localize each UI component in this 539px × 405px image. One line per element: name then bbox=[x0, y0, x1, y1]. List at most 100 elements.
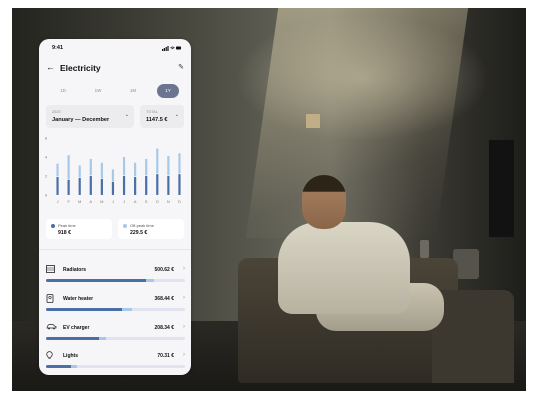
y-tick-label: 6 bbox=[45, 137, 47, 141]
radiator-icon bbox=[46, 265, 55, 275]
device-row-ev-charger[interactable]: EV charger 208.34 € › bbox=[39, 320, 191, 350]
device-name: Radiators bbox=[63, 267, 87, 273]
chevron-right-icon: › bbox=[183, 324, 185, 330]
device-value: 208.34 € bbox=[154, 325, 174, 331]
peak-card: Peak time 918 € bbox=[46, 219, 112, 239]
phone-screen: 9:41 ← Electricity ✎ 1D 1W 1M 1Y 2023 Ja… bbox=[39, 39, 191, 375]
person-head bbox=[302, 175, 346, 229]
bar-peak bbox=[156, 174, 159, 195]
chevron-right-icon: › bbox=[183, 352, 185, 358]
x-tick-label: A bbox=[134, 200, 137, 204]
signal-wifi-battery-icon bbox=[162, 46, 181, 51]
x-tick-label: J bbox=[123, 200, 125, 204]
x-tick-label: F bbox=[67, 200, 70, 204]
device-usage-bar bbox=[46, 337, 185, 340]
ev-charger-icon bbox=[46, 323, 57, 332]
page-title: Electricity bbox=[60, 63, 101, 73]
offpeak-label: Off-peak time bbox=[130, 223, 154, 228]
device-usage-bar bbox=[46, 279, 185, 282]
arrow-left-icon[interactable]: ← bbox=[46, 63, 55, 72]
peak-label: Peak time bbox=[58, 223, 76, 228]
period-1w[interactable]: 1W bbox=[87, 84, 109, 98]
offpeak-card: Off-peak time 229.5 € bbox=[118, 219, 184, 239]
device-value: 500.62 € bbox=[154, 267, 174, 273]
lightbulb-icon bbox=[46, 351, 53, 362]
sofa-arm bbox=[432, 290, 514, 383]
device-value: 368.44 € bbox=[154, 296, 174, 302]
chevron-down-icon: ⌄ bbox=[124, 112, 129, 118]
bar-peak bbox=[122, 176, 126, 195]
bar-offpeak bbox=[145, 158, 148, 176]
x-tick-label: M bbox=[100, 200, 103, 204]
pencil-icon[interactable]: ✎ bbox=[178, 63, 184, 71]
status-bar: 9:41 bbox=[39, 39, 191, 59]
period-1y[interactable]: 1Y bbox=[157, 84, 179, 98]
device-name: Water heater bbox=[63, 296, 94, 302]
device-row-radiators[interactable]: Radiators 500.62 € › bbox=[39, 262, 191, 292]
chevron-right-icon: › bbox=[183, 266, 185, 272]
x-tick-label: D bbox=[178, 200, 181, 204]
range-label: January — December bbox=[52, 117, 110, 123]
screenshot-frame: 9:41 ← Electricity ✎ 1D 1W 1M 1Y 2023 Ja… bbox=[0, 0, 539, 405]
x-tick-label: J bbox=[57, 200, 59, 204]
bar-peak bbox=[134, 176, 137, 195]
device-usage-bar bbox=[46, 365, 185, 368]
bar-offpeak bbox=[111, 169, 115, 182]
chevron-right-icon: › bbox=[183, 295, 185, 301]
bar-peak bbox=[145, 176, 148, 195]
x-tick-label: M bbox=[78, 200, 81, 204]
divider bbox=[39, 249, 191, 250]
person-body bbox=[278, 222, 410, 314]
total-value: 1147.5 € bbox=[146, 117, 168, 123]
range-year: 2023 bbox=[52, 110, 61, 114]
status-time: 9:41 bbox=[52, 45, 64, 51]
peak-value: 918 € bbox=[58, 230, 71, 236]
bar-peak bbox=[78, 177, 81, 195]
bar-peak bbox=[89, 176, 92, 195]
water-heater-icon bbox=[46, 294, 54, 305]
date-range-select[interactable]: 2023 January — December ⌄ bbox=[46, 105, 134, 128]
bar-offpeak bbox=[156, 148, 159, 174]
period-selector: 1D 1W 1M 1Y bbox=[46, 84, 184, 98]
wall-lamp bbox=[306, 114, 320, 128]
bar-offpeak bbox=[56, 163, 59, 177]
bar-offpeak bbox=[100, 162, 103, 179]
bar-peak bbox=[100, 178, 103, 195]
y-tick-label: 4 bbox=[45, 156, 47, 160]
x-tick-label: J bbox=[112, 200, 114, 204]
x-tick-label: S bbox=[145, 200, 148, 204]
vase-small bbox=[420, 240, 429, 258]
bar-offpeak bbox=[167, 156, 170, 176]
bar-offpeak bbox=[178, 153, 181, 174]
period-1d[interactable]: 1D bbox=[52, 84, 74, 98]
period-1m[interactable]: 1M bbox=[122, 84, 144, 98]
sunlight-beam bbox=[245, 8, 469, 238]
bar-peak bbox=[111, 181, 115, 195]
bar-offpeak bbox=[122, 157, 126, 176]
y-tick-label: 2 bbox=[45, 175, 47, 179]
television bbox=[489, 140, 514, 237]
offpeak-dot bbox=[123, 224, 127, 228]
bar-peak bbox=[56, 176, 59, 195]
bar-offpeak bbox=[89, 158, 92, 176]
x-tick-label: O bbox=[156, 200, 159, 204]
bar-offpeak bbox=[134, 162, 137, 177]
peak-dot bbox=[51, 224, 55, 228]
offpeak-value: 229.5 € bbox=[130, 230, 148, 236]
app-header: ← Electricity ✎ bbox=[39, 61, 191, 77]
total-select[interactable]: TOTAL 1147.5 € ⌄ bbox=[140, 105, 184, 128]
x-tick-label: A bbox=[90, 200, 93, 204]
y-tick-label: 0 bbox=[45, 194, 47, 198]
device-row-water-heater[interactable]: Water heater 368.44 € › bbox=[39, 291, 191, 321]
device-row-lights[interactable]: Lights 70.31 € › bbox=[39, 348, 191, 375]
chevron-down-icon: ⌄ bbox=[174, 112, 179, 118]
total-label: TOTAL bbox=[146, 110, 158, 114]
bar-peak bbox=[167, 176, 170, 195]
bar-offpeak bbox=[78, 165, 81, 178]
device-value: 70.31 € bbox=[157, 353, 174, 359]
device-name: Lights bbox=[63, 353, 78, 359]
bar-peak bbox=[67, 179, 70, 195]
device-usage-bar bbox=[46, 308, 185, 311]
bar-offpeak bbox=[67, 155, 70, 180]
consumption-chart: 6 4 2 0 J F M A M J J A S O N D bbox=[45, 137, 181, 205]
